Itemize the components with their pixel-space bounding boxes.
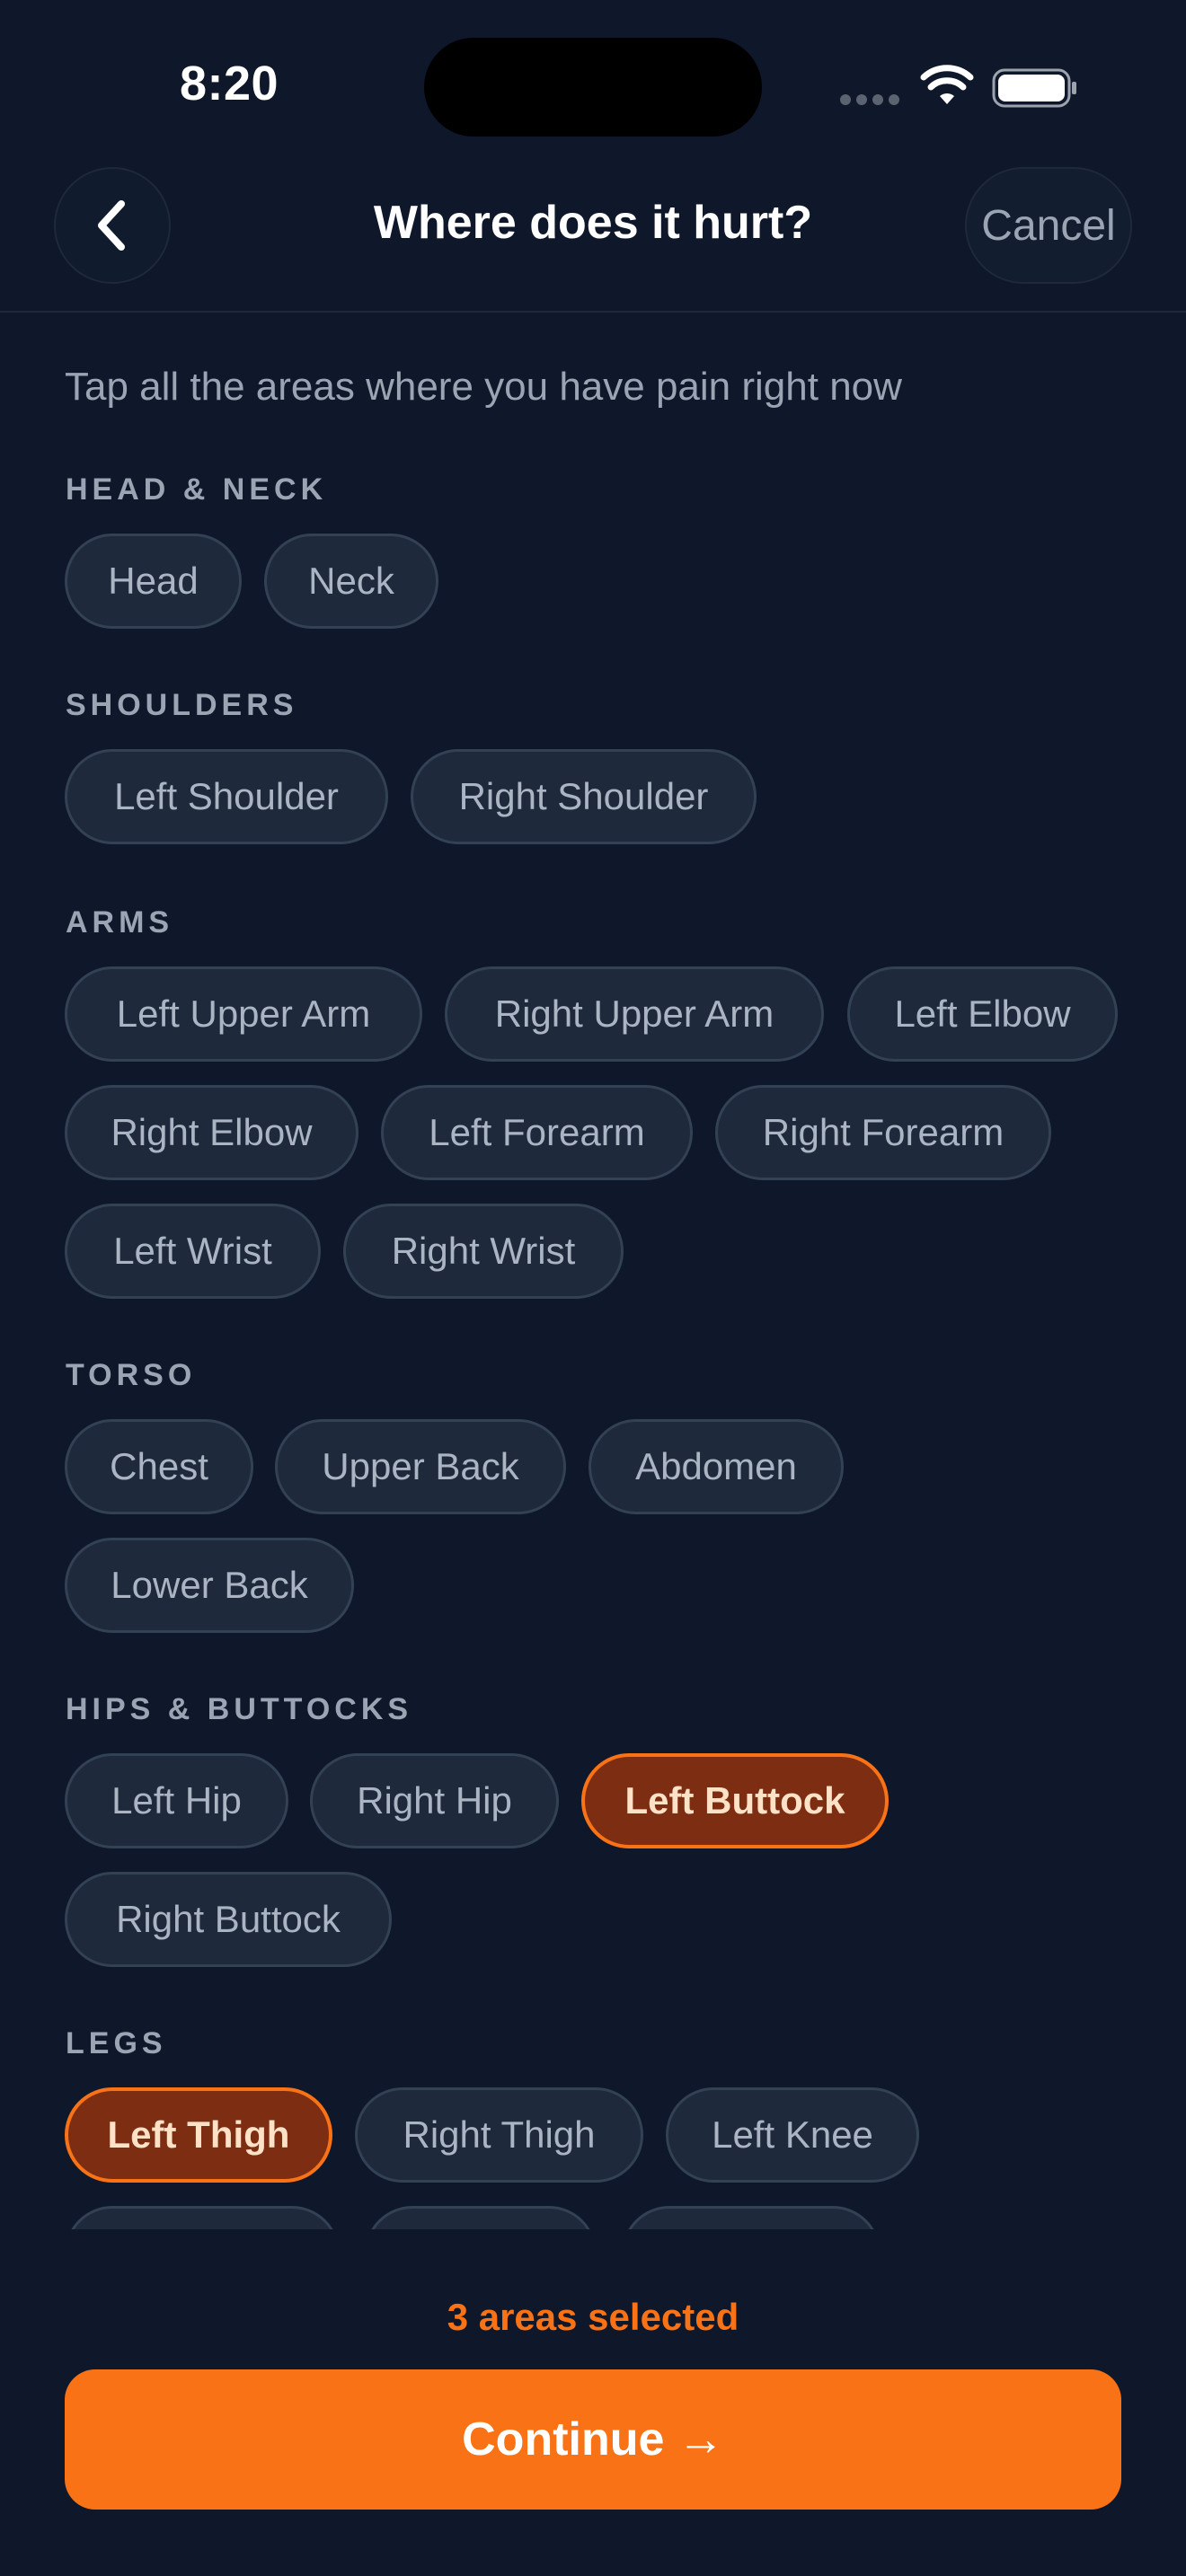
chip-left-hip[interactable]: Left Hip [65,1753,288,1848]
chevron-left-icon [98,200,125,251]
chip-clipped[interactable] [622,2206,881,2229]
section-label-shoulders: SHOULDERS [66,688,298,722]
chip-right-hip[interactable]: Right Hip [310,1753,559,1848]
back-button[interactable] [54,167,171,284]
selected-count: 3 areas selected [447,2296,739,2338]
cancel-button[interactable]: Cancel [965,167,1132,284]
chip-right-thigh[interactable]: Right Thigh [355,2087,643,2183]
battery-icon [992,68,1076,108]
chip-right-upper-arm[interactable]: Right Upper Arm [445,966,824,1062]
chip-left-knee[interactable]: Left Knee [666,2087,919,2183]
chip-neck[interactable]: Neck [264,534,438,629]
status-time: 8:20 [179,57,279,110]
chip-clipped[interactable] [365,2206,597,2229]
chip-left-buttock[interactable]: Left Buttock [581,1753,889,1848]
chip-upper-back[interactable]: Upper Back [275,1419,566,1514]
section-label-hips-buttocks: HIPS & BUTTOCKS [66,1692,413,1726]
cellular-signal-icon [840,93,905,106]
page-title: Where does it hurt? [373,197,813,249]
chip-right-shoulder[interactable]: Right Shoulder [411,749,757,844]
chip-right-wrist[interactable]: Right Wrist [343,1204,624,1299]
chip-abdomen[interactable]: Abdomen [589,1419,844,1514]
continue-button[interactable]: Continue → [65,2369,1121,2510]
section-label-torso: TORSO [66,1358,197,1392]
chip-left-thigh[interactable]: Left Thigh [65,2087,332,2183]
chip-left-shoulder[interactable]: Left Shoulder [65,749,388,844]
chip-chest[interactable]: Chest [65,1419,253,1514]
wifi-icon [920,65,974,104]
instructions-text: Tap all the areas where you have pain ri… [65,365,902,409]
chip-right-forearm[interactable]: Right Forearm [715,1085,1051,1180]
chip-left-forearm[interactable]: Left Forearm [381,1085,693,1180]
section-label-arms: ARMS [66,905,174,940]
chip-head[interactable]: Head [65,534,242,629]
chip-left-elbow[interactable]: Left Elbow [847,966,1118,1062]
chip-right-buttock[interactable]: Right Buttock [65,1872,392,1967]
section-label-head-neck: HEAD & NECK [66,472,328,507]
chip-left-wrist[interactable]: Left Wrist [65,1204,321,1299]
chip-left-upper-arm[interactable]: Left Upper Arm [65,966,422,1062]
chip-clipped[interactable] [65,2206,340,2229]
chip-right-elbow[interactable]: Right Elbow [65,1085,358,1180]
body-area-list[interactable]: Tap all the areas where you have pain ri… [0,313,1186,2229]
chip-lower-back[interactable]: Lower Back [65,1538,354,1633]
section-label-legs: LEGS [66,2026,167,2060]
dynamic-island [424,38,762,137]
